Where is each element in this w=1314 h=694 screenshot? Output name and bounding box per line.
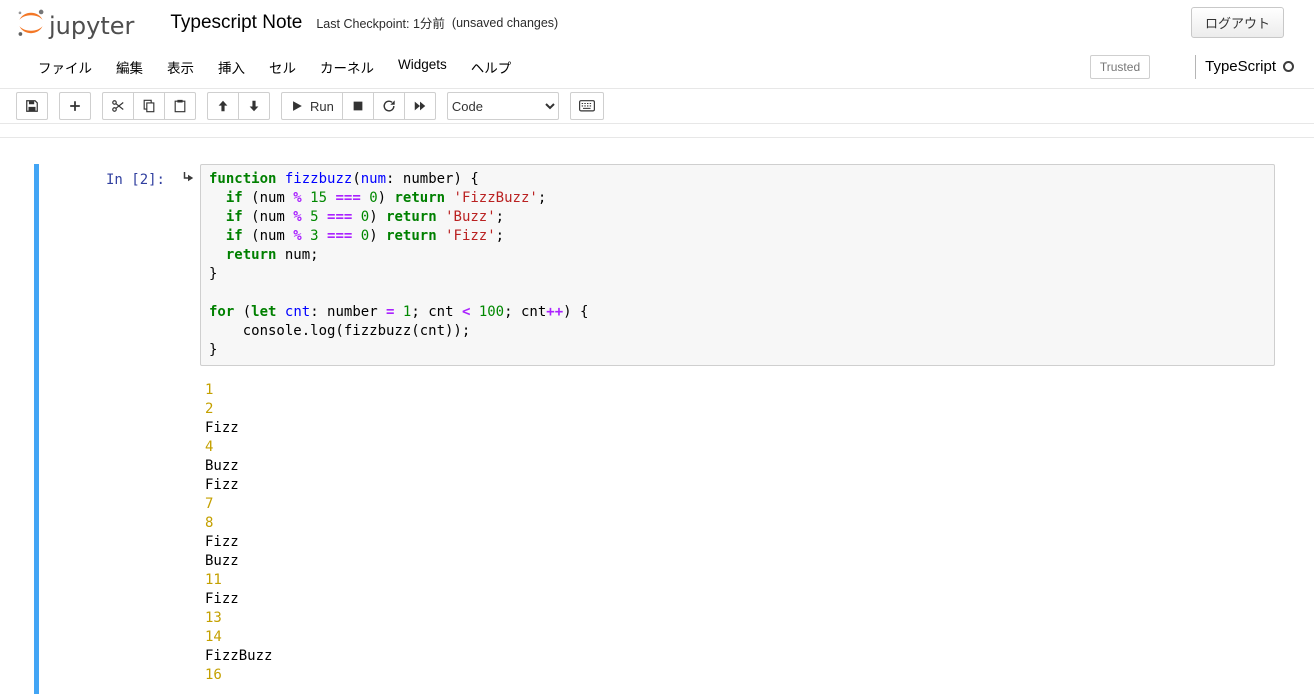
command-palette-button[interactable] <box>570 92 604 120</box>
kernel-indicator-area: Trusted TypeScript <box>1090 45 1294 88</box>
output-line: Fizz <box>205 590 1275 609</box>
code-line <box>209 284 1274 303</box>
move-cell-up-button[interactable] <box>207 92 239 120</box>
code-line: function fizzbuzz(num: number) { <box>209 170 1274 189</box>
toolbar: Run Code <box>0 89 1314 124</box>
checkpoint-status: Last Checkpoint: 1分前 <box>316 13 445 32</box>
add-cell-button[interactable] <box>59 92 91 120</box>
cell-input-row: In [2]: function fizzbuzz(num: number) {… <box>39 164 1275 366</box>
run-button[interactable]: Run <box>281 92 343 120</box>
trusted-badge[interactable]: Trusted <box>1090 55 1150 79</box>
move-up-icon <box>216 99 230 113</box>
output-line: Fizz <box>205 419 1275 438</box>
code-line: if (num % 5 === 0) return 'Buzz'; <box>209 208 1274 227</box>
code-line: } <box>209 341 1274 360</box>
restart-run-all-icon <box>413 99 427 113</box>
jupyter-logo-text: jupyter <box>49 14 134 38</box>
run-button-label: Run <box>310 99 334 114</box>
code-line: for (let cnt: number = 1; cnt < 100; cnt… <box>209 303 1274 322</box>
code-line: } <box>209 265 1274 284</box>
cut-cell-icon <box>111 99 125 113</box>
menu-item-widgets[interactable]: Widgets <box>386 57 459 77</box>
copy-cell-button[interactable] <box>133 92 165 120</box>
run-cell-arrow-icon[interactable] <box>181 171 195 185</box>
jupyter-app: jupyter Typescript Note Last Checkpoint:… <box>0 0 1314 694</box>
output-line: 7 <box>205 495 1275 514</box>
menu-item-edit[interactable]: 編集 <box>104 57 155 77</box>
restart-run-all-button[interactable] <box>404 92 436 120</box>
copy-cell-icon <box>142 99 156 113</box>
jupyter-logo-icon <box>16 8 46 38</box>
output-line: 1 <box>205 381 1275 400</box>
code-line: if (num % 3 === 0) return 'Fizz'; <box>209 227 1274 246</box>
menu-item-view[interactable]: 表示 <box>155 57 206 77</box>
move-down-icon <box>247 99 261 113</box>
save-icon <box>25 99 39 113</box>
output-line: Fizz <box>205 476 1275 495</box>
code-line: if (num % 15 === 0) return 'FizzBuzz'; <box>209 189 1274 208</box>
notebook-title[interactable]: Typescript Note <box>170 12 302 34</box>
code-line: console.log(fizzbuzz(cnt)); <box>209 322 1274 341</box>
restart-kernel-button[interactable] <box>373 92 405 120</box>
interrupt-kernel-button[interactable] <box>342 92 374 120</box>
run-icon <box>290 99 304 113</box>
prompt-column: In [2]: <box>39 164 200 366</box>
keyboard-icon <box>579 99 595 113</box>
menu-item-help[interactable]: ヘルプ <box>459 57 524 77</box>
output-line: 16 <box>205 666 1275 685</box>
output-line: FizzBuzz <box>205 647 1275 666</box>
output-line: 14 <box>205 628 1275 647</box>
cell-type-select[interactable]: Code <box>447 92 559 120</box>
jupyter-logo[interactable]: jupyter <box>16 8 134 38</box>
output-line: 8 <box>205 514 1275 533</box>
code-cell[interactable]: In [2]: function fizzbuzz(num: number) {… <box>34 164 1275 694</box>
save-button[interactable] <box>16 92 48 120</box>
output-line: 2 <box>205 400 1275 419</box>
kernel-idle-icon <box>1283 61 1294 72</box>
add-cell-icon <box>68 99 82 113</box>
cell-output: 12Fizz4BuzzFizz78FizzBuzz11Fizz1314FizzB… <box>205 381 1275 685</box>
menubar: ファイル 編集 表示 挿入 セル カーネル Widgets ヘルプ Truste… <box>0 45 1314 89</box>
output-line: 4 <box>205 438 1275 457</box>
paste-cell-button[interactable] <box>164 92 196 120</box>
paste-cell-icon <box>173 99 187 113</box>
cut-cell-button[interactable] <box>102 92 134 120</box>
code-line: return num; <box>209 246 1274 265</box>
input-prompt: In [2]: <box>106 172 165 188</box>
restart-kernel-icon <box>382 99 396 113</box>
menu-item-kernel[interactable]: カーネル <box>308 57 386 77</box>
kernel-name: TypeScript <box>1205 58 1276 75</box>
output-line: 11 <box>205 571 1275 590</box>
header-bottom-divider <box>0 124 1314 138</box>
notebook-area: In [2]: function fizzbuzz(num: number) {… <box>0 138 1314 694</box>
logout-button[interactable]: ログアウト <box>1191 7 1284 38</box>
header: jupyter Typescript Note Last Checkpoint:… <box>0 0 1314 45</box>
move-cell-down-button[interactable] <box>238 92 270 120</box>
menu-item-file[interactable]: ファイル <box>26 57 104 77</box>
interrupt-kernel-icon <box>351 99 365 113</box>
code-editor[interactable]: function fizzbuzz(num: number) { if (num… <box>200 164 1275 366</box>
output-line: 13 <box>205 609 1275 628</box>
menu-item-cell[interactable]: セル <box>257 57 308 77</box>
output-line: Fizz <box>205 533 1275 552</box>
autosave-status: (unsaved changes) <box>452 16 558 30</box>
kernel-separator <box>1195 55 1196 79</box>
menu-item-insert[interactable]: 挿入 <box>206 57 257 77</box>
output-line: Buzz <box>205 552 1275 571</box>
output-line: Buzz <box>205 457 1275 476</box>
